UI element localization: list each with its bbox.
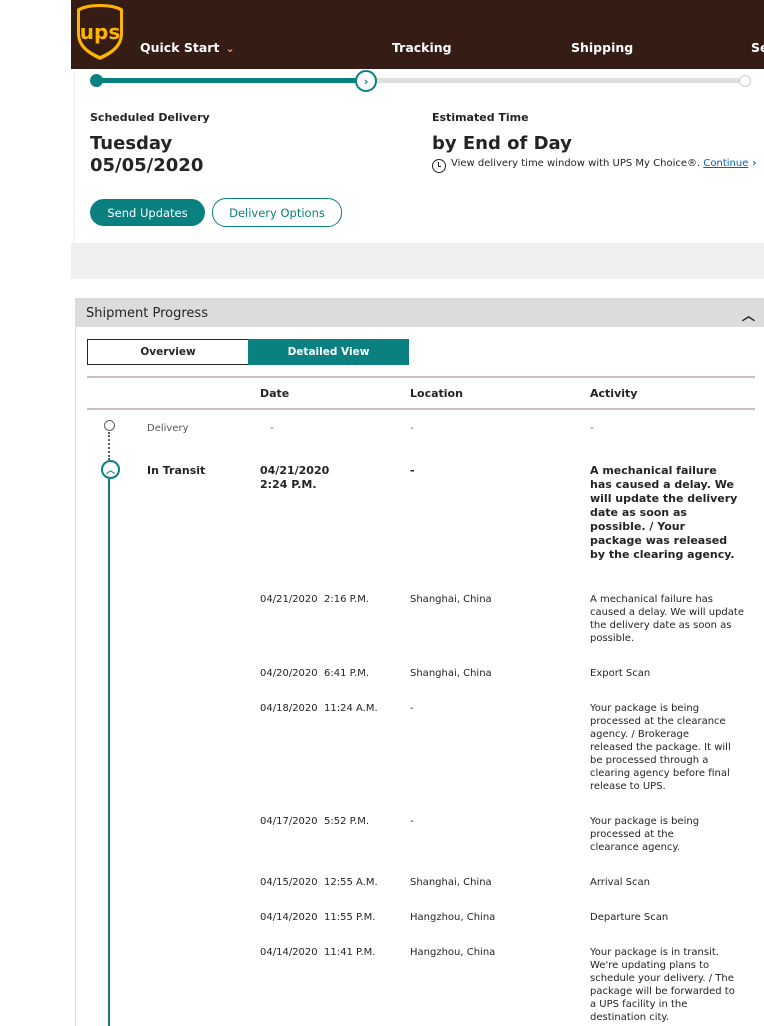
nav-quick-start[interactable]: Quick Start ⌄ [140,40,235,55]
row-1-activity: A mechanical failure has caused a delay.… [590,464,738,561]
row-3-date: 04/20/2020 6:41 P.M. [260,668,370,679]
column-header-location: Location [410,387,463,400]
row-8-activity: Your package is in transit. We're updati… [590,947,735,1023]
row-6-location: Shanghai, China [410,877,492,888]
row-0-location: - [410,423,414,434]
scheduled-day: Tuesday [90,133,173,154]
nav-quick-start-label: Quick Start [140,40,220,55]
tab-overview[interactable]: Overview [87,339,249,365]
row-5-location: - [410,816,414,827]
in-transit-collapse-icon[interactable]: ︿ [101,460,120,479]
row-3-activity: Export Scan [590,668,651,679]
nav-tracking[interactable]: Tracking [392,40,452,55]
collapse-chevron-icon[interactable]: ︿ [742,305,755,324]
row-2-activity: A mechanical failure has caused a delay.… [590,594,744,644]
row-1-time: 2:24 P.M. [260,478,317,491]
ups-logo[interactable]: ups [75,3,125,61]
column-header-date: Date [260,387,290,400]
row-5-date: 04/17/2020 5:52 P.M. [260,816,370,827]
estimated-time-value: by End of Day [432,133,572,154]
clock-icon [432,159,446,173]
scheduled-date: 05/05/2020 [90,155,204,176]
delivery-options-button[interactable]: Delivery Options [212,198,342,227]
tab-detailed-view[interactable]: Detailed View [248,339,409,365]
row-5-activity: Your package is being processed at the c… [590,816,700,853]
progress-start-dot [90,74,103,87]
row-1-date: 04/21/2020 [260,464,330,477]
row-3-location: Shanghai, China [410,668,492,679]
progress-fill [96,78,366,83]
mychoice-text: View delivery time window with UPS My Ch… [451,158,701,169]
row-0-activity: - [590,423,594,434]
mychoice-continue-link[interactable]: Continue [703,158,748,169]
table-header-bottom-rule [87,408,755,410]
row-8-location: Hangzhou, China [410,947,496,958]
row-1-location: - [410,464,415,477]
row-0-date: - [270,423,274,434]
row-7-date: 04/14/2020 11:55 P.M. [260,912,376,923]
estimated-time-label: Estimated Time [432,111,529,124]
section-spacer [71,243,764,279]
table-header-top-rule [87,376,755,378]
row-4-location: - [410,703,414,714]
row-6-date: 04/15/2020 12:55 A.M. [260,877,378,888]
row-6-activity: Arrival Scan [590,877,650,888]
column-header-activity: Activity [590,387,638,400]
timeline-dotted-connector [108,432,110,460]
delivery-milestone-icon [104,420,115,431]
row-4-activity: Your package is being processed at the c… [590,703,731,792]
chevron-right-icon[interactable]: › [752,158,756,169]
top-nav-bar [71,0,764,69]
nav-services-partial[interactable]: Se [751,40,764,55]
send-updates-button[interactable]: Send Updates [90,199,205,226]
row-4-date: 04/18/2020 11:24 A.M. [260,703,378,714]
progress-current-icon: › [355,70,377,92]
nav-shipping[interactable]: Shipping [571,40,633,55]
row-status-delivery: Delivery [147,423,189,434]
progress-end-dot [739,75,751,87]
row-2-location: Shanghai, China [410,594,492,605]
chevron-down-icon: ⌄ [225,42,235,55]
scheduled-delivery-label: Scheduled Delivery [90,111,210,124]
ups-logo-text: ups [80,20,120,44]
mychoice-note: View delivery time window with UPS My Ch… [451,158,756,169]
timeline-line [108,479,110,1026]
row-8-date: 04/14/2020 11:41 P.M. [260,947,376,958]
shipment-progress-title: Shipment Progress [86,306,208,321]
row-status-in-transit: In Transit [147,464,206,477]
row-7-location: Hangzhou, China [410,912,496,923]
row-7-activity: Departure Scan [590,912,669,923]
row-2-date: 04/21/2020 2:16 P.M. [260,594,370,605]
